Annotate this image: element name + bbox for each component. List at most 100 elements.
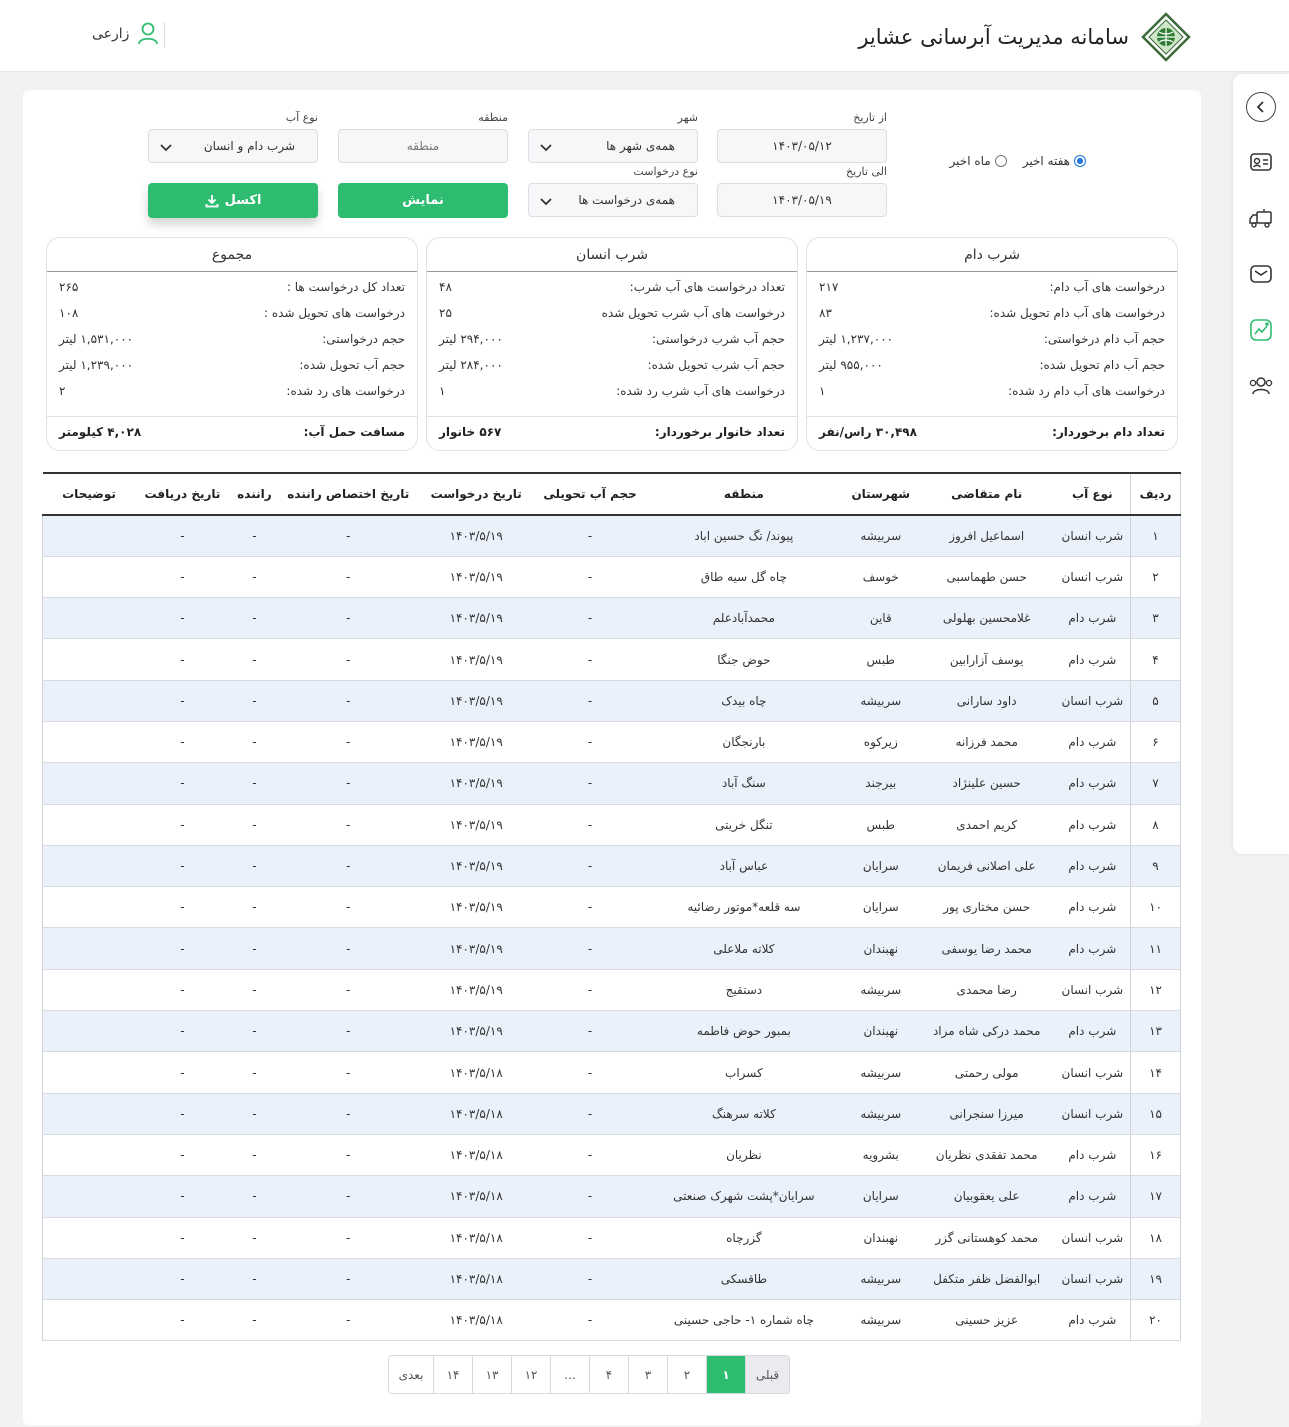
table-row[interactable]: ۱۴ شرب انسان مولی رحمتی سربیشه کسراب -۱۴۰۳/۵/… <box>41 1051 1181 1094</box>
cell-delivered-volume: - <box>535 1299 645 1342</box>
cell-driver-assign-date: - <box>279 680 418 722</box>
cell-driver: - <box>229 1299 280 1342</box>
cell-water-type: شرب دام <box>1054 597 1131 640</box>
table-row[interactable]: ۱۹ شرب انسان ابوالفضل ظفر متکفل سربیشه طاقسک… <box>41 1258 1181 1301</box>
radio-dot-month[interactable] <box>994 155 1007 167</box>
excel-button[interactable]: اکسل <box>148 183 318 218</box>
cell-delivered-volume: - <box>535 845 645 888</box>
col-request-date[interactable]: تاریخ درخواست <box>417 472 536 516</box>
city-select[interactable]: همه‌ی شهر ها <box>528 129 698 163</box>
table-row[interactable]: ۷ شرب دام حسین علینژاد بیرجند سنگ آباد -۱۴۰۳/… <box>41 762 1181 805</box>
radio-dot-week[interactable] <box>1074 155 1086 167</box>
cell-applicant: علی یعقوبیان <box>918 1175 1055 1218</box>
page-1[interactable]: ۱ <box>706 1356 745 1393</box>
cell-request-date: ۱۴۰۳/۵/۱۹ <box>417 556 536 599</box>
pagination-next[interactable]: بعدی <box>389 1356 433 1393</box>
id-card-icon <box>1250 153 1272 171</box>
stat-label: درخواست های آب دام: <box>1049 280 1165 294</box>
col-index[interactable]: ردیف <box>1130 472 1181 516</box>
stat-value: ۱ <box>439 384 446 398</box>
brand: سامانه مدیریت آبرسانی عشایر <box>858 12 1191 62</box>
cell-notes <box>41 762 136 805</box>
stat-row: حجم آب دام درخواستی: ۱,۲۳۷,۰۰۰ لیتر <box>819 332 1165 352</box>
region-input[interactable]: منطقه <box>338 129 508 163</box>
table-row[interactable]: ۶ شرب دام محمد فرزانه زیرکوه بارنجگان -۱۴۰۳/۵… <box>41 721 1181 764</box>
stat-footer-row: تعداد خانوار برخوردار: ۵۶۷ خانوار <box>439 425 785 445</box>
page-13[interactable]: ۱۳ <box>472 1356 511 1393</box>
user-menu[interactable]: زارعی <box>92 22 159 46</box>
rail-item-requests[interactable] <box>1245 146 1277 178</box>
stat-label: حجم آب تحویل شده: <box>299 358 405 372</box>
stats-human: شرب انسان تعداد درخواست های آب شرب: ۴۸ در… <box>426 237 798 451</box>
table-header-row: ردیف نوع آب نام متقاضی شهرستان منطقه حجم… <box>42 472 1181 516</box>
cell-water-type: شرب دام <box>1054 762 1131 805</box>
radio-last-month[interactable]: ماه اخیر <box>950 154 1007 168</box>
rail-item-trucks[interactable] <box>1245 202 1277 234</box>
table-row[interactable]: ۲ شرب انسان حسن طهماسبی خوسف چاه گل سیه طاق -… <box>41 556 1181 599</box>
page-4[interactable]: ۴ <box>589 1356 628 1393</box>
col-applicant[interactable]: نام متقاضی <box>918 472 1055 516</box>
cell-index: ۱۶ <box>1130 1134 1181 1177</box>
page-3[interactable]: ۳ <box>628 1356 667 1393</box>
stat-footer-row: تعداد دام برخوردار: ۳۰,۴۹۸ راس/نفر <box>819 425 1165 445</box>
cell-applicant: محمد کوهستانی گزر <box>918 1217 1055 1259</box>
cell-region: بمبور حوض فاطمه <box>645 1010 843 1053</box>
stat-row: درخواست های آب شرب تحویل شده ۲۵ <box>439 306 785 326</box>
stat-label: حجم آب دام درخواستی: <box>1043 332 1165 346</box>
cell-request-date: ۱۴۰۳/۵/۱۹ <box>417 515 536 557</box>
page-12[interactable]: ۱۲ <box>511 1356 550 1393</box>
table-row[interactable]: ۱۸ شرب انسان محمد کوهستانی گزر نهبندان گزرچا… <box>41 1217 1181 1259</box>
from-date-field[interactable]: ۱۴۰۳/۰۵/۱۲ <box>717 129 887 163</box>
table-row[interactable]: ۸ شرب دام کریم احمدی طبس تنگل خریتی -۱۴۰۳/۵/۱… <box>41 804 1181 846</box>
collapse-toggle-button[interactable] <box>1246 92 1276 122</box>
table-row[interactable]: ۱۰ شرب دام حسن مختاری پور سرایان سه قلعه*موت… <box>41 886 1181 929</box>
table-row[interactable]: ۱۲ شرب انسان رضا محمدی سربیشه دستقیج -۱۴۰۳/۵/… <box>41 969 1181 1012</box>
rail-item-reports[interactable] <box>1245 314 1277 346</box>
chart-icon <box>1250 319 1272 341</box>
cell-region: پیوند/ تگ حسین اباد <box>645 515 843 557</box>
request-type-select[interactable]: همه‌ی درخواست ها <box>528 183 698 217</box>
col-driver[interactable]: راننده <box>229 472 280 516</box>
table-row[interactable]: ۱۵ شرب انسان میرزا سنجرانی سربیشه کلاته سرهن… <box>41 1093 1181 1135</box>
table-row[interactable]: ۹ شرب دام علی اصلانی فریمان سرایان عباس آباد… <box>41 845 1181 888</box>
range-radio-group: هفته اخیر ماه اخیر <box>950 154 1086 168</box>
col-water-type[interactable]: نوع آب <box>1054 472 1131 516</box>
app-title: سامانه مدیریت آبرسانی عشایر <box>858 25 1129 49</box>
table-row[interactable]: ۲۰ شرب دام عزیز حسینی سربیشه چاه شماره ۱- حا… <box>41 1299 1181 1342</box>
page-2[interactable]: ۲ <box>667 1356 706 1393</box>
cell-delivered-volume: - <box>535 1010 645 1053</box>
show-button[interactable]: نمایش <box>338 183 508 218</box>
cell-water-type: شرب انسان <box>1054 1093 1131 1135</box>
table-row[interactable]: ۱۳ شرب دام محمد درکی شاه مراد نهبندان بمبور … <box>41 1010 1181 1053</box>
cell-request-date: ۱۴۰۳/۵/۱۸ <box>417 1051 536 1094</box>
water-type-select[interactable]: شرب دام و انسان <box>148 129 318 163</box>
cell-receive-date: - <box>135 845 230 888</box>
stat-value: ۲۶۵ <box>59 280 79 294</box>
table-row[interactable]: ۱۷ شرب دام علی یعقوبیان سرایان سرایان*پشت شه… <box>41 1175 1181 1218</box>
to-date-field[interactable]: ۱۴۰۳/۰۵/۱۹ <box>717 183 887 217</box>
table-row[interactable]: ۱ شرب انسان اسماعیل افروز سربیشه پیوند/ تگ ح… <box>41 515 1181 557</box>
col-delivered-volume[interactable]: حجم آب تحویلی <box>535 472 645 516</box>
cell-region: سرایان*پشت شهرک صنعتی <box>645 1175 843 1218</box>
stats-total-footer: مسافت حمل آب: ۴,۰۲۸ کیلومتر <box>47 416 417 452</box>
table-row[interactable]: ۱۱ شرب دام محمد رضا یوسفی نهبندان کلاته ملاع… <box>41 927 1181 970</box>
pagination-prev[interactable]: قبلی <box>745 1356 789 1393</box>
table-row[interactable]: ۱۶ شرب دام محمد تفقدی نظریان بشرویه نظریان -۱… <box>41 1134 1181 1177</box>
cell-driver-assign-date: - <box>279 1299 418 1342</box>
col-driver-assign-date[interactable]: تاریخ اختصاص راننده <box>279 472 418 516</box>
table-row[interactable]: ۵ شرب انسان داود سارانی سربیشه چاه بیدک -۱۴۰۳… <box>41 680 1181 722</box>
col-region[interactable]: منطقه <box>645 472 843 516</box>
table-row[interactable]: ۳ شرب دام غلامحسین بهلولی قاین محمدآبادعلم -۱… <box>41 597 1181 640</box>
rail-item-users[interactable] <box>1245 370 1277 402</box>
cell-receive-date: - <box>135 1258 230 1301</box>
radio-last-week[interactable]: هفته اخیر <box>1023 154 1086 168</box>
col-county[interactable]: شهرستان <box>842 472 919 516</box>
col-notes[interactable]: توضیحات <box>42 472 136 516</box>
cell-driver: - <box>229 556 280 599</box>
cell-region: طاقسکی <box>645 1258 843 1301</box>
cell-applicant: محمد تفقدی نظریان <box>918 1134 1055 1177</box>
rail-item-messages[interactable] <box>1245 258 1277 290</box>
table-row[interactable]: ۴ شرب دام یوسف آزارابین طبس حوض جنگا -۱۴۰۳/۵/… <box>41 638 1181 681</box>
page-14[interactable]: ۱۴ <box>433 1356 472 1393</box>
col-receive-date[interactable]: تاریخ دریافت <box>135 472 230 516</box>
